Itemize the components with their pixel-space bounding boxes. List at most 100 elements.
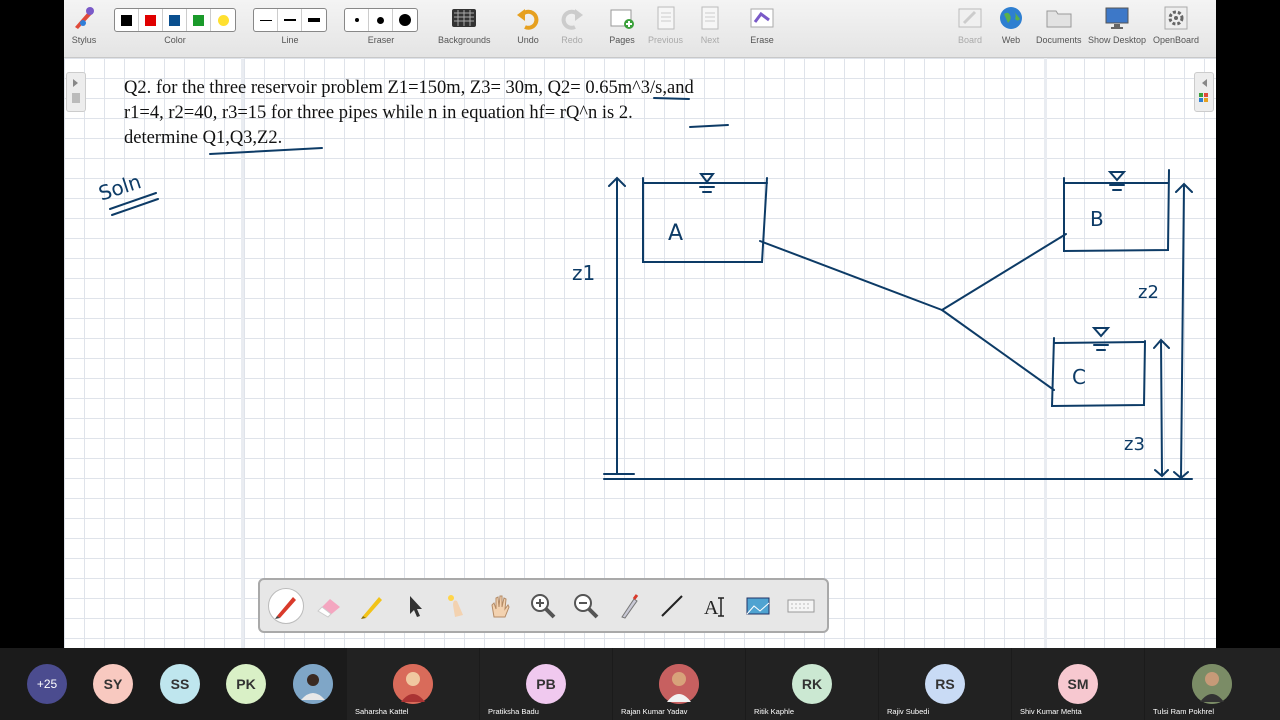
pages-button[interactable]: Pages: [608, 4, 636, 45]
participant-tile-rajiv[interactable]: RS Rajiv Subedi: [879, 648, 1011, 720]
text-icon: A: [704, 597, 724, 619]
left-pages-tab[interactable]: [66, 72, 86, 112]
screenshot-tool-button[interactable]: [740, 588, 776, 624]
reservoir-b-label: B: [1090, 207, 1104, 231]
more-participants-button[interactable]: +25: [27, 664, 67, 704]
keyboard-button[interactable]: [783, 588, 819, 624]
web-button[interactable]: Web: [997, 4, 1025, 45]
ink-layer: Soln A B C z1 z2 z3: [96, 97, 1193, 480]
globe-icon: [997, 4, 1025, 32]
next-label: Next: [700, 35, 720, 45]
redo-button[interactable]: Redo: [558, 4, 586, 45]
gear-icon: [1162, 4, 1190, 32]
eraser-icon: [317, 598, 340, 618]
underline-unknowns: [209, 147, 323, 155]
participant-tile-rajan[interactable]: Rajan Kumar Yadav: [613, 648, 745, 720]
pipe-junction-b: [941, 233, 1067, 311]
pointer-tool-button[interactable]: [397, 588, 433, 624]
line-thin[interactable]: [254, 9, 278, 31]
participant-name: Ritik Kaphle: [754, 707, 795, 716]
avatar-photo[interactable]: [293, 664, 333, 704]
openboard-menu-button[interactable]: OpenBoard: [1153, 4, 1199, 45]
undo-button[interactable]: Undo: [514, 4, 542, 45]
right-library-tab[interactable]: [1194, 72, 1214, 112]
zoom-out-button[interactable]: [568, 588, 604, 624]
participant-tile-saharsha[interactable]: Saharsha Kattel: [347, 648, 479, 720]
pipe-a-junction: [759, 240, 943, 311]
z1-dimension: [608, 176, 626, 475]
color-yellow[interactable]: [211, 9, 235, 31]
chevron-right-icon: [72, 79, 80, 103]
next-page-icon: [696, 4, 724, 32]
participant-tile-ritik[interactable]: RK Ritik Kaphle: [746, 648, 878, 720]
line-tool-button[interactable]: [654, 588, 690, 624]
line-icon: [661, 594, 683, 617]
z3-label: z3: [1124, 434, 1145, 455]
board-button[interactable]: Board: [956, 4, 984, 45]
color-black[interactable]: [115, 9, 139, 31]
participant-tile-pratiksha[interactable]: PB Pratiksha Badu: [480, 648, 612, 720]
keyboard-icon: [787, 599, 815, 612]
highlighter-tool-button[interactable]: [354, 588, 390, 624]
tool-palette: A: [258, 578, 829, 633]
underline-q2-value: [653, 97, 690, 100]
eraser-medium[interactable]: [369, 9, 393, 31]
reservoir-a-tank: [642, 177, 768, 263]
participant-avatar: RK: [792, 664, 832, 704]
stylus-button[interactable]: Stylus: [70, 4, 98, 45]
redo-label: Redo: [561, 35, 583, 45]
previous-button[interactable]: Previous: [648, 4, 683, 45]
participant-tile-tulsi[interactable]: Tulsi Ram Pokhrel: [1145, 648, 1280, 720]
avatar-ss[interactable]: SS: [160, 664, 200, 704]
color-green[interactable]: [187, 9, 211, 31]
color-blue[interactable]: [163, 9, 187, 31]
eraser-tool-button[interactable]: [311, 588, 347, 624]
backgrounds-button[interactable]: Backgrounds: [438, 4, 491, 45]
laser-tool-button[interactable]: [440, 588, 476, 624]
line-widths: [253, 8, 327, 32]
line-medium-mark: [283, 19, 296, 21]
participant-name: Tulsi Ram Pokhrel: [1153, 707, 1214, 716]
z3-dimension: [1153, 338, 1170, 478]
zoom-out-icon: [574, 593, 599, 618]
color-green-chip: [193, 14, 204, 26]
color-group: Color: [114, 4, 236, 45]
erase-icon: [748, 4, 776, 32]
text-tool-button[interactable]: A: [697, 588, 733, 624]
erase-label: Erase: [750, 35, 774, 45]
participant-tile-shiv[interactable]: SM Shiv Kumar Mehta: [1012, 648, 1144, 720]
documents-button[interactable]: Documents: [1036, 4, 1082, 45]
line-thick[interactable]: [302, 9, 326, 31]
color-red[interactable]: [139, 9, 163, 31]
pipe-junction-c: [941, 309, 1055, 391]
eraser-sizes: [344, 8, 418, 32]
underline-n-value: [689, 124, 729, 128]
eraser-group: Eraser: [344, 4, 418, 45]
hand-tool-button[interactable]: [482, 588, 518, 624]
show-desktop-button[interactable]: Show Desktop: [1088, 4, 1146, 45]
folder-icon: [1045, 4, 1073, 32]
reservoir-a-label: A: [668, 221, 683, 246]
line-label: Line: [281, 35, 299, 45]
line-medium[interactable]: [278, 9, 302, 31]
eraser-small[interactable]: [345, 9, 369, 31]
whiteboard-canvas[interactable]: Q2. for the three reservoir problem Z1=1…: [64, 58, 1216, 648]
reservoir-c-waterline: [1053, 341, 1145, 344]
redo-icon: [558, 4, 586, 32]
hand-icon: [491, 595, 511, 617]
user-photo-icon: [659, 664, 699, 704]
previous-page-icon: [652, 4, 680, 32]
avatar-sy[interactable]: SY: [93, 664, 133, 704]
eraser-large[interactable]: [393, 9, 417, 31]
user-photo-icon: [1192, 664, 1232, 704]
zoom-in-button[interactable]: [525, 588, 561, 624]
next-button[interactable]: Next: [696, 4, 724, 45]
line-thin-mark: [259, 19, 272, 21]
highlighter-icon: [360, 596, 382, 619]
color-swatches: [114, 8, 236, 32]
avatar-pk[interactable]: PK: [226, 664, 266, 704]
pen-tool-button[interactable]: [268, 587, 304, 624]
erase-button[interactable]: Erase: [748, 4, 776, 45]
user-photo-icon: [393, 664, 433, 704]
capture-tool-button[interactable]: [611, 588, 647, 624]
